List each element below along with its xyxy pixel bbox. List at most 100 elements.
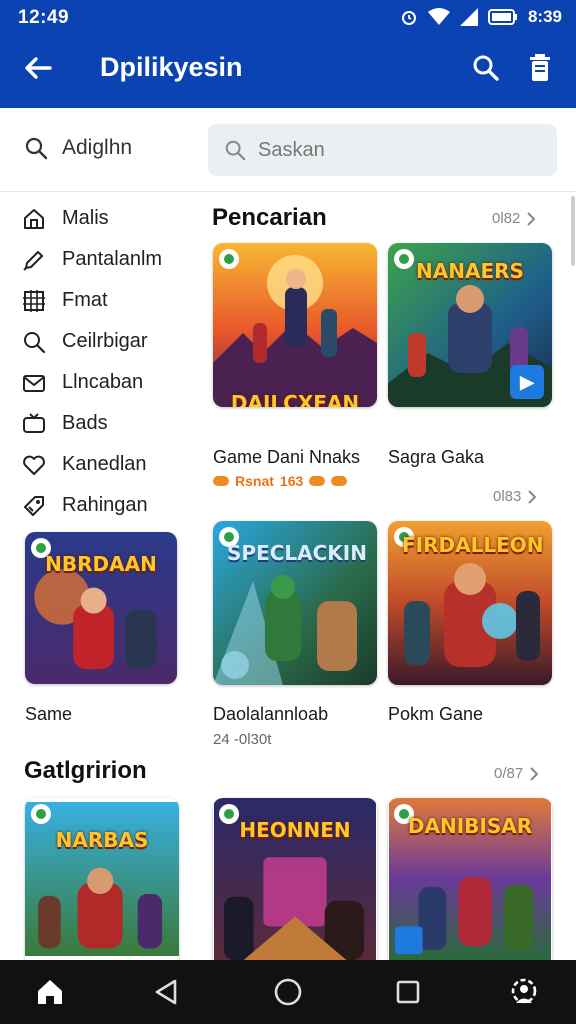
search-button[interactable]	[466, 48, 506, 88]
tag-icon	[24, 495, 44, 516]
game-logo: NARBAS	[55, 828, 149, 852]
battery-icon	[487, 9, 517, 25]
rating-label: Rsnat	[235, 473, 274, 489]
tv-icon	[23, 412, 45, 433]
sidebar-item-kanedlan[interactable]: Kanedlan	[22, 444, 202, 485]
section-more-link[interactable]: 0/87	[494, 765, 539, 782]
triangle-back-icon	[155, 979, 177, 1005]
system-nav-bar	[0, 960, 576, 1024]
sidebar-item-malis[interactable]: Malis	[22, 198, 202, 239]
chevron-right-icon	[527, 211, 536, 226]
circle-home-icon	[274, 978, 302, 1006]
game-title: Same	[25, 704, 73, 724]
signal-icon	[459, 8, 478, 26]
status-icons: 8:39	[400, 6, 562, 28]
game-tile[interactable]: DAILCXEAN	[213, 243, 377, 407]
grid-icon	[23, 289, 45, 312]
sidebar-item-bads[interactable]: Bads	[22, 403, 202, 444]
game-title: Daolalannloab	[213, 704, 329, 724]
game-logo: DAILCXEAN	[230, 391, 360, 407]
search-icon	[24, 331, 46, 353]
game-logo: HEONNEN	[239, 818, 351, 842]
status-time: 12:49	[18, 7, 70, 28]
profile-nav-button[interactable]	[504, 972, 544, 1012]
play-badge-icon	[219, 249, 239, 269]
game-tile[interactable]: NARBAS	[25, 798, 179, 960]
sidebar-item-rahingan[interactable]: Rahingan	[22, 485, 202, 526]
sidebar-item-label: Bads	[62, 412, 108, 434]
game-tile[interactable]: FIRDALLEON	[388, 521, 552, 685]
game-tile[interactable]: DANIBISAR	[388, 798, 552, 960]
rating-pill-icon	[331, 476, 348, 486]
game-logo: NANAERS	[416, 259, 524, 283]
game-logo: NBRDAAN	[45, 552, 157, 576]
game-tile[interactable]: HEONNEN	[213, 798, 377, 960]
sidebar-item-pantalanlm[interactable]: Pantalanlm	[22, 239, 202, 280]
section-count: 0/87	[494, 765, 524, 782]
home-icon	[38, 980, 62, 1004]
game-title: Sagra Gaka	[388, 447, 485, 467]
search-icon	[225, 140, 246, 161]
alarm-icon	[401, 11, 416, 25]
play-store-icon: ▶	[510, 365, 544, 399]
section-count: 0l83	[493, 488, 522, 505]
game-title: Game Dani Nnaks	[213, 447, 361, 467]
sidebar-item-label: Kanedlan	[62, 453, 147, 475]
sidebar-item-fmat[interactable]: Fmat	[22, 280, 202, 321]
game-logo: SPECLACKIN	[227, 541, 367, 565]
home-circle-button[interactable]	[268, 972, 308, 1012]
heart-icon	[23, 455, 45, 475]
sidebar-item-llncaban[interactable]: Llncaban	[22, 362, 202, 403]
arrow-left-icon	[25, 57, 52, 79]
recents-button[interactable]	[388, 972, 428, 1012]
wifi-icon	[427, 8, 450, 25]
game-artwork	[25, 802, 179, 956]
delete-button[interactable]	[520, 48, 560, 88]
home-icon	[24, 208, 44, 229]
sidebar-search-label: Adiglhn	[62, 136, 133, 159]
search-icon	[25, 137, 48, 160]
rating-pill-icon	[213, 476, 229, 486]
home-nav-button[interactable]	[30, 972, 70, 1012]
battery-text: 8:39	[527, 7, 562, 26]
game-rating: Rsnat 163	[213, 473, 348, 489]
square-recents-icon	[396, 980, 420, 1004]
section-more-link[interactable]: 0l83	[493, 488, 537, 505]
search-icon	[473, 55, 499, 81]
pencil-icon	[23, 250, 43, 271]
play-badge-icon	[31, 804, 51, 824]
chevron-right-icon	[528, 489, 537, 504]
back-nav-button[interactable]	[146, 972, 186, 1012]
chevron-right-icon	[530, 766, 539, 781]
rating-value: 163	[279, 473, 304, 489]
game-logo: DANIBISAR	[407, 814, 533, 838]
sidebar-search[interactable]: Adiglhn	[24, 136, 132, 160]
sidebar-item-label: Pantalanlm	[62, 248, 163, 270]
game-tile[interactable]: NBRDAAN	[25, 532, 177, 684]
search-input[interactable]	[258, 138, 538, 162]
search-box[interactable]	[208, 124, 557, 176]
profile-gear-icon	[511, 978, 537, 1004]
sidebar: Malis Pantalanlm Fmat Ceilrbigar Llncaba…	[22, 198, 202, 526]
scrollbar[interactable]	[571, 196, 575, 266]
back-button[interactable]	[18, 48, 58, 88]
sidebar-item-label: Fmat	[62, 289, 108, 311]
app-bar: Dpilikyesin	[0, 36, 576, 100]
game-artwork	[213, 243, 377, 407]
page-title: Dpilikyesin	[100, 52, 243, 82]
status-bar: 12:49 8:39	[0, 0, 576, 34]
sidebar-item-label: Ceilrbigar	[62, 330, 148, 352]
section-title: Gatlgririon	[24, 757, 147, 784]
sidebar-item-label: Malis	[62, 207, 109, 229]
game-title: Pokm Gane	[388, 704, 484, 724]
game-subtitle: 24 -0l30t	[213, 731, 272, 748]
sidebar-item-label: Llncaban	[62, 371, 144, 393]
rating-pill-icon	[309, 476, 326, 486]
game-tile[interactable]: NANAERS ▶	[388, 243, 552, 407]
sidebar-item-ceilrbigar[interactable]: Ceilrbigar	[22, 321, 202, 362]
game-logo: FIRDALLEON	[402, 533, 544, 557]
section-title: Pencarian	[212, 204, 327, 231]
section-more-link[interactable]: 0l82	[492, 210, 536, 227]
game-tile[interactable]: SPECLACKIN	[213, 521, 377, 685]
mail-icon	[23, 374, 45, 392]
